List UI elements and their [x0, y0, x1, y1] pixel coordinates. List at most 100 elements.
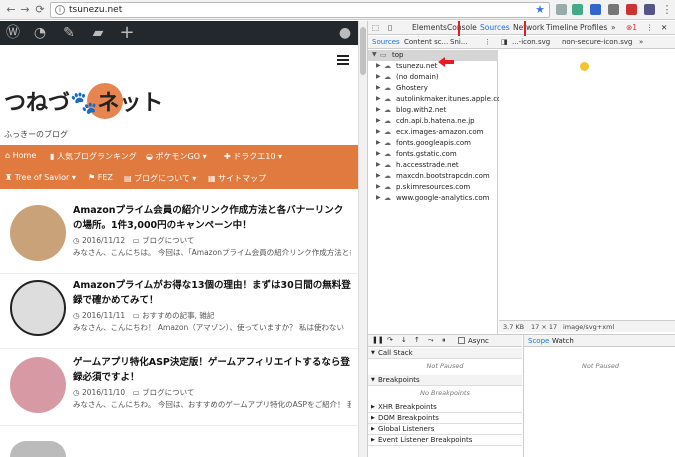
step-out-icon[interactable]: ↑ [414, 336, 420, 344]
tree-item[interactable]: ▶ ☁ ecx.images-amazon.com [372, 127, 502, 138]
async-label: Async [468, 337, 489, 345]
menu-item-home[interactable]: ⌂ Home [5, 151, 36, 160]
extension-icon[interactable] [608, 4, 619, 15]
page-scrollbar-thumb[interactable] [360, 27, 366, 75]
home-icon: ⌂ [5, 151, 13, 160]
extension-icon[interactable] [572, 4, 583, 15]
async-checkbox[interactable] [458, 337, 465, 344]
site-logo[interactable]: つねづ🐾ネット [4, 81, 163, 123]
section-dom-breakpoints[interactable]: ▶ DOM Breakpoints [368, 413, 522, 424]
step-into-icon[interactable]: ↓ [401, 336, 407, 344]
tab-profiles[interactable]: Profiles [580, 23, 607, 32]
dashboard-icon[interactable]: ◔ [31, 24, 49, 42]
cloud-icon: ☁ [384, 150, 391, 158]
post-item[interactable]: ゲームアプリ特化ASP決定版！ゲームアフィリエイトするなら登録必須ですよ！ ◷ … [0, 351, 358, 426]
extension-icon[interactable] [626, 4, 637, 15]
navigator-menu-icon[interactable]: ⋮ [484, 38, 491, 46]
post-item[interactable]: Amazonプライムがお得な13個の理由！まずは30日間の無料登録で確かめてみて… [0, 274, 358, 349]
comments-icon[interactable]: ▰ [89, 24, 107, 42]
section-breakpoints[interactable]: ▼ Breakpoints [368, 375, 522, 386]
post-title[interactable]: Amazonプライム会員の紹介リンク作成方法と各バナーリンクの場所。1件3,00… [73, 203, 351, 233]
reload-icon[interactable]: ⟳ [33, 3, 47, 17]
tab-scope[interactable]: Scope [528, 337, 549, 345]
subtab-content-scripts[interactable]: Content sc... [404, 38, 448, 46]
more-files-chevron[interactable]: » [639, 38, 643, 46]
info-icon[interactable]: i [55, 5, 65, 15]
tab-elements[interactable]: Elements [412, 23, 447, 32]
post-thumbnail[interactable] [10, 280, 66, 336]
tree-item[interactable]: ▶ ☁ fonts.gstatic.com [372, 149, 502, 160]
post-item[interactable]: Amazonプライム会員の紹介リンク作成方法と各バナーリンクの場所。1件3,00… [0, 199, 358, 274]
extension-icon[interactable] [590, 4, 601, 15]
menu-item-tree-of-savior[interactable]: ♜ Tree of Savior ▾ [5, 173, 76, 182]
wordpress-icon[interactable]: Ⓦ [4, 24, 22, 42]
deactivate-breakpoints-icon[interactable]: ⤳ [428, 336, 434, 345]
url-text: tsunezu.net [69, 5, 123, 15]
menu-item-fez[interactable]: ⚑ FEZ [88, 173, 113, 182]
extension-icon[interactable] [556, 4, 567, 15]
sources-file-tree: ▼ ▭ top ▶ ☁ tsunezu.net ▶ ☁ (no domain) ▶ ☁ Ghos… [368, 50, 508, 340]
pause-icon[interactable]: ❚❚ [372, 336, 384, 344]
browser-toolbar: ← → ⟳ i tsunezu.net ★ ⋮ [0, 0, 675, 20]
tree-item[interactable]: ▶ ☁ autolinkmaker.itunes.apple.com [372, 94, 508, 105]
menu-item-sitemap[interactable]: ▦ サイトマップ [208, 173, 266, 184]
tree-item-top[interactable]: ▼ ▭ top [368, 50, 498, 61]
error-count-badge[interactable]: ⊗1 [626, 23, 637, 32]
tree-item[interactable]: ▶ ☁ (no domain) [372, 72, 502, 83]
menu-kebab-icon[interactable]: ⋮ [660, 3, 674, 17]
tos-icon: ♜ [5, 173, 15, 182]
tree-item[interactable]: ▶ ☁ www.google-analytics.com [372, 193, 502, 204]
tree-item[interactable]: ▶ ☁ tsunezu.net [372, 61, 502, 72]
section-event-listener-breakpoints[interactable]: ▶ Event Listener Breakpoints [368, 435, 522, 446]
subtab-snippets[interactable]: Sni... [450, 38, 468, 46]
menu-item-about-blog[interactable]: ▤ ブログについて ▾ [124, 173, 196, 184]
bookmark-star-icon[interactable]: ★ [535, 3, 545, 16]
menu-item-dq10[interactable]: ✚ ドラクエ10 ▾ [224, 151, 282, 162]
tree-item[interactable]: ▶ ☁ blog.with2.net [372, 105, 502, 116]
svg-preview-image [580, 62, 589, 71]
tab-watch[interactable]: Watch [552, 337, 574, 345]
dq-icon: ✚ [224, 152, 234, 161]
tab-timeline[interactable]: Timeline [546, 23, 578, 32]
toggle-navigator-icon[interactable]: ◨ [501, 38, 508, 46]
tree-item[interactable]: ▶ ☁ h.accesstrade.net [372, 160, 502, 171]
file-tab[interactable]: ...-icon.svg [512, 38, 550, 46]
close-icon[interactable]: ✕ [661, 23, 667, 32]
file-tab-non-secure-icon[interactable]: non-secure-icon.svg [562, 38, 632, 46]
frame-icon: ▭ [380, 51, 387, 59]
forward-icon[interactable]: → [18, 3, 32, 17]
customize-brush-icon[interactable]: ✎ [60, 24, 78, 42]
cloud-icon: ☁ [384, 194, 391, 202]
back-icon[interactable]: ← [4, 3, 18, 17]
devtools-menu-icon[interactable]: ⋮ [646, 23, 654, 32]
device-toolbar-icon[interactable]: ▯ [388, 23, 392, 32]
post-thumbnail[interactable] [10, 441, 66, 457]
user-avatar-icon[interactable]: ● [336, 24, 354, 42]
menu-item-ranking[interactable]: ▮ 人気ブログランキング [50, 151, 137, 162]
page-scrollbar[interactable] [358, 21, 367, 457]
step-over-icon[interactable]: ↷ [387, 336, 393, 344]
inspect-element-icon[interactable]: ⬚ [372, 23, 379, 32]
pause-on-exceptions-icon[interactable]: ⏸ [442, 336, 446, 345]
post-thumbnail[interactable] [10, 357, 66, 413]
tree-item[interactable]: ▶ ☁ maxcdn.bootstrapcdn.com [372, 171, 502, 182]
more-tabs-chevron[interactable]: » [611, 23, 616, 32]
tree-item[interactable]: ▶ ☁ p.skimresources.com [372, 182, 502, 193]
tree-item[interactable]: ▶ ☁ fonts.googleapis.com [372, 138, 502, 149]
post-title[interactable]: ゲームアプリ特化ASP決定版！ゲームアフィリエイトするなら登録必須ですよ！ [73, 355, 351, 385]
post-thumbnail[interactable] [10, 205, 66, 261]
mime-type: image/svg+xml [563, 323, 615, 331]
post-title[interactable]: Amazonプライムがお得な13個の理由！まずは30日間の無料登録で確かめてみて… [73, 278, 351, 308]
cloud-icon: ☁ [384, 106, 391, 114]
hamburger-menu-icon[interactable] [337, 55, 349, 65]
tree-item[interactable]: ▶ ☁ cdn.api.b.hatena.ne.jp [372, 116, 502, 127]
extension-icon[interactable] [644, 4, 655, 15]
tree-item[interactable]: ▶ ☁ Ghostery [372, 83, 502, 94]
address-bar[interactable]: i tsunezu.net ★ [50, 2, 550, 18]
section-xhr-breakpoints[interactable]: ▶ XHR Breakpoints [368, 402, 522, 413]
new-post-plus-icon[interactable]: + [118, 24, 136, 42]
section-global-listeners[interactable]: ▶ Global Listeners [368, 424, 522, 435]
menu-item-pokemon-go[interactable]: ◒ ポケモンGO ▾ [146, 151, 207, 162]
section-call-stack[interactable]: ▼ Call Stack [368, 348, 522, 359]
subtab-sources[interactable]: Sources [372, 38, 400, 46]
